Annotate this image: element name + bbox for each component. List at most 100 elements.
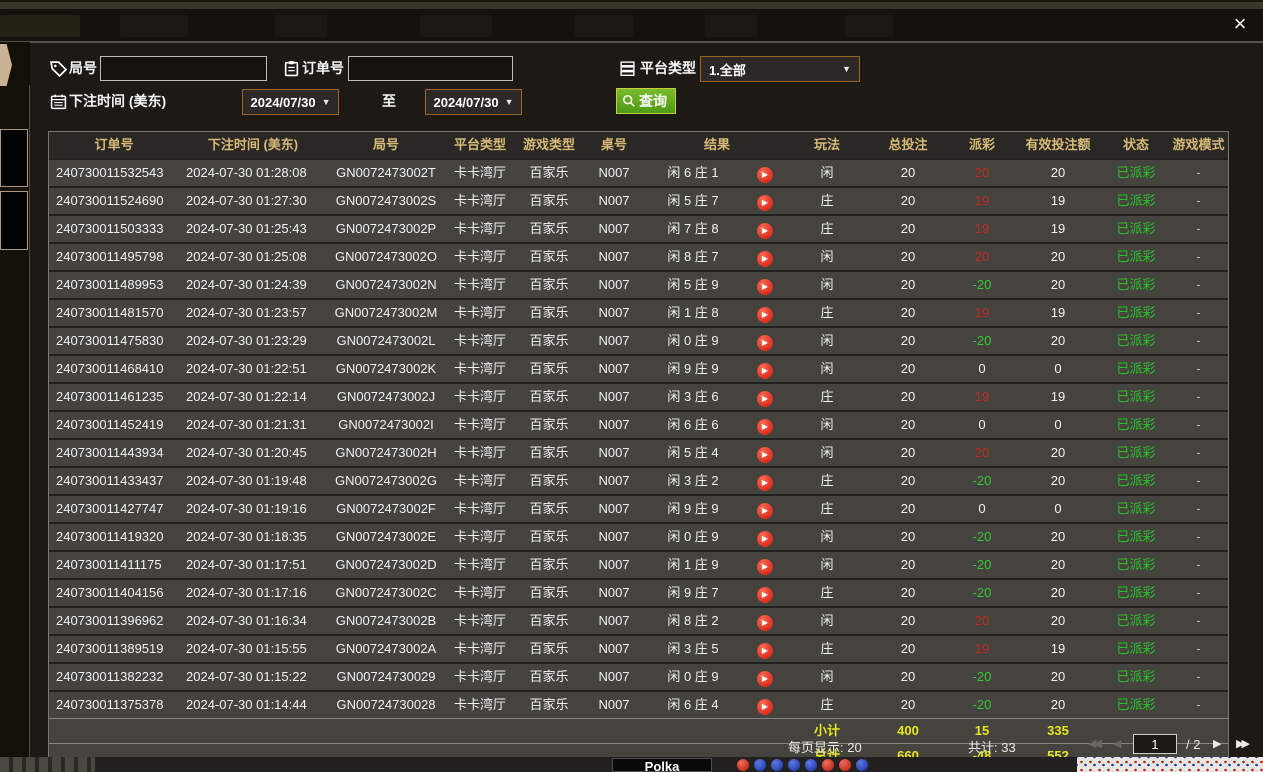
cell-game-no: GN0072473002T [336,165,436,180]
play-replay-button[interactable]: ▶ [757,167,773,183]
column-header: 局号 [372,137,399,152]
cell-order-no: 240730011503333 [56,221,164,236]
cell-play-type: 庄 [820,221,834,236]
cell-game-no: GN00724730028 [336,697,436,712]
cell-game-mode: - [1196,501,1201,516]
play-replay-button[interactable]: ▶ [757,671,773,687]
play-replay-button[interactable]: ▶ [757,531,773,547]
table-row: 240730011524690 2024-07-30 01:27:30 GN0072… [49,186,1228,214]
play-replay-button[interactable]: ▶ [757,643,773,659]
cell-game-no: GN0072473002O [335,249,437,264]
cell-total-bet: 20 [900,221,916,236]
cell-platform: 卡卡湾厅 [453,529,506,544]
cell-platform: 卡卡湾厅 [453,417,506,432]
play-replay-button[interactable]: ▶ [757,503,773,519]
cell-payout: 19 [974,641,990,656]
cell-replay: ▶ [741,580,789,606]
chevron-down-icon: ▼ [321,97,331,107]
play-replay-button[interactable]: ▶ [757,699,773,715]
play-replay-button[interactable]: ▶ [757,335,773,351]
cell-total-bet: 20 [900,529,916,544]
platform-type-select[interactable]: 1.全部 ▼ [700,56,860,82]
cell-valid-bet: 0 [1054,361,1062,376]
play-replay-button[interactable]: ▶ [757,447,773,463]
date-to-select[interactable]: 2024/07/30 ▼ [425,89,522,115]
cell-order-no: 240730011389519 [56,641,164,656]
cell-result: 闲 9 庄 9 [667,501,719,516]
cell-game-no: GN0072473002F [336,501,436,516]
cell-game-no: GN0072473002G [335,473,437,488]
cell-valid-bet: 19 [1050,221,1066,236]
cell-valid-bet: 20 [1050,473,1066,488]
play-replay-button[interactable]: ▶ [757,363,773,379]
cell-total-bet: 20 [900,585,916,600]
cell-valid-bet: 20 [1050,557,1066,572]
cell-order-no: 240730011532543 [56,165,164,180]
page-last-icon[interactable]: ▶▶ [1236,737,1250,750]
page-first-icon[interactable]: ◀◀ [1088,737,1102,750]
play-replay-button[interactable]: ▶ [757,251,773,267]
cell-status: 已派彩 [1116,585,1156,600]
play-replay-button[interactable]: ▶ [757,615,773,631]
play-replay-button[interactable]: ▶ [757,587,773,603]
cell-total-bet: 20 [900,697,916,712]
cell-order-no: 240730011427747 [56,501,164,516]
cell-table-no: N007 [598,277,630,292]
background-bottom-strip: Polka [0,757,1263,772]
cell-result: 闲 5 庄 9 [667,277,719,292]
cell-payout: -20 [972,529,992,544]
platform-type-value: 1.全部 [709,62,746,78]
play-replay-button[interactable]: ▶ [757,195,773,211]
cell-game-mode: - [1196,697,1201,712]
page-prev-icon[interactable]: ◀ [1113,737,1122,750]
cell-result: 闲 3 庄 5 [667,641,719,656]
cell-payout: 20 [974,445,990,460]
cell-game-mode: - [1196,641,1201,656]
date-from-select[interactable]: 2024/07/30 ▼ [242,89,339,115]
page-next-icon[interactable]: ▶ [1213,737,1222,750]
cell-result: 闲 1 庄 8 [667,305,719,320]
table-row: 240730011419320 2024-07-30 01:18:35 GN0072… [49,522,1228,550]
order-no-input[interactable] [348,56,513,81]
cell-result: 闲 6 庄 1 [667,165,719,180]
play-replay-button[interactable]: ▶ [757,279,773,295]
play-replay-button[interactable]: ▶ [757,391,773,407]
cell-game-no: GN0072473002E [335,529,437,544]
cell-table-no: N007 [598,417,630,432]
cell-game-mode: - [1196,305,1201,320]
cell-valid-bet: 20 [1050,249,1066,264]
page-number-input[interactable] [1133,734,1177,754]
cell-game-no: GN0072473002N [335,277,437,292]
close-icon[interactable]: × [1227,11,1253,37]
cell-table-no: N007 [598,529,630,544]
play-replay-button[interactable]: ▶ [757,419,773,435]
cell-status: 已派彩 [1116,501,1156,516]
cell-total-bet: 20 [900,333,916,348]
play-replay-button[interactable]: ▶ [757,223,773,239]
chevron-down-icon: ▼ [842,64,851,74]
search-icon [622,94,635,107]
cell-game-no: GN0072473002B [335,613,437,628]
cell-game-mode: - [1196,361,1201,376]
cell-total-bet: 20 [900,501,916,516]
play-replay-button[interactable]: ▶ [757,559,773,575]
play-replay-button[interactable]: ▶ [757,307,773,323]
cell-platform: 卡卡湾厅 [453,333,506,348]
cell-bet-time: 2024-07-30 01:25:08 [186,249,307,264]
cell-platform: 卡卡湾厅 [453,277,506,292]
game-no-input[interactable] [100,56,267,81]
search-button[interactable]: 查询 [616,88,676,114]
cell-total-bet: 20 [900,473,916,488]
cell-total-bet: 20 [900,669,916,684]
cell-valid-bet: 19 [1050,641,1066,656]
cell-payout: 19 [974,221,990,236]
bet-history-modal: 局号 订单号 平台类型 1.全部 ▼ 下注时间 (美东) 2024/07/30 … [30,42,1263,769]
cell-payout: -20 [972,473,992,488]
column-header: 有效投注额 [1025,137,1091,152]
cell-bet-time: 2024-07-30 01:18:35 [186,529,307,544]
cell-game-mode: - [1196,529,1201,544]
cell-game-mode: - [1196,613,1201,628]
roadmap-dot [754,759,766,771]
play-replay-button[interactable]: ▶ [757,475,773,491]
column-header: 游戏类型 [522,137,575,152]
